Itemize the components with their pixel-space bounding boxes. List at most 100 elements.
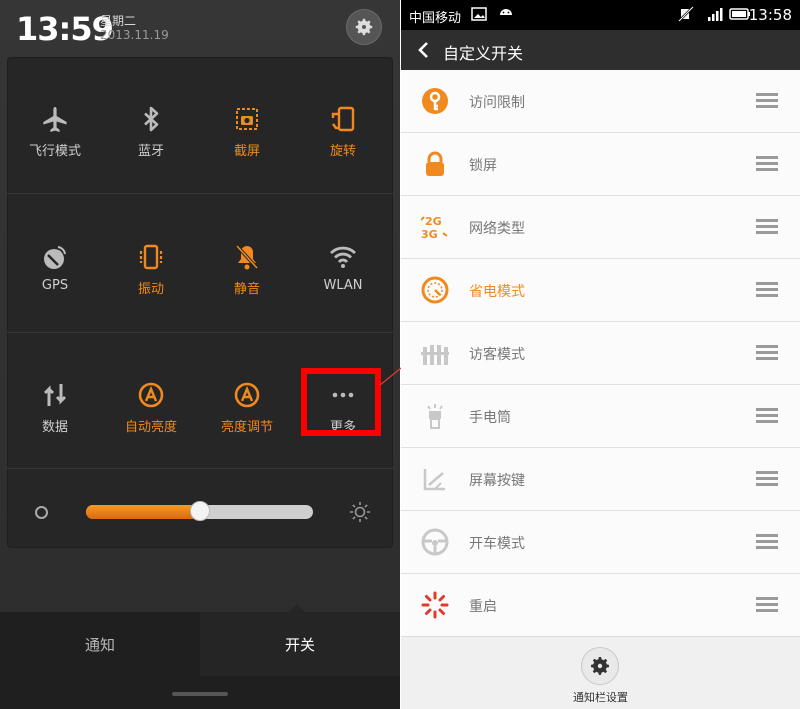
toggle-airplane-mode[interactable]: 飞行模式: [7, 62, 103, 192]
toggle-brightness-adjust[interactable]: 亮度调节: [199, 338, 295, 468]
toggle-label: GPS: [41, 278, 69, 293]
mute-icon: [235, 244, 259, 270]
list-item-label: 开车模式: [469, 536, 525, 552]
bluetooth-icon: [144, 106, 159, 132]
drag-handle-icon[interactable]: [756, 219, 778, 235]
drag-handle-icon[interactable]: [756, 408, 778, 424]
toggle-label: 振动: [137, 282, 164, 297]
toggle-label: 飞行模式: [28, 144, 81, 159]
svg-text:3G: 3G: [421, 228, 438, 241]
toggle-gps[interactable]: GPS: [7, 200, 103, 330]
toggle-label: 亮度调节: [220, 420, 273, 435]
brightness-slider-fill: [86, 505, 200, 519]
list-item-label: 网络类型: [469, 221, 525, 237]
rotate-icon: [331, 106, 355, 132]
footer-label: 通知栏设置: [573, 691, 628, 704]
tab-toggles[interactable]: 开关: [200, 612, 400, 676]
toggle-mute[interactable]: 静音: [199, 200, 295, 330]
brightness-adjust-icon: [234, 382, 260, 408]
list-item-reboot[interactable]: 重启: [401, 574, 800, 637]
wifi-icon: [330, 246, 356, 268]
toggle-label: 蓝牙: [137, 144, 164, 159]
toggle-data[interactable]: 数据: [7, 338, 103, 468]
list-item-label: 重启: [469, 599, 497, 615]
footer: 通知栏设置: [401, 636, 800, 709]
list-item-access-limit[interactable]: 访问限制: [401, 70, 800, 133]
list-item-flashlight[interactable]: 手电筒: [401, 385, 800, 448]
divider: [7, 468, 393, 469]
list-item-driving-mode[interactable]: 开车模式: [401, 511, 800, 574]
signal-icon: [708, 8, 723, 21]
gear-icon: [591, 657, 609, 675]
screenshot-icon: [236, 108, 258, 130]
image-notification-icon: [471, 7, 487, 21]
drag-handle-icon[interactable]: [756, 597, 778, 613]
drag-handle-icon[interactable]: [756, 471, 778, 487]
flashlight-icon: [427, 404, 443, 429]
list-item-lock-screen[interactable]: 锁屏: [401, 133, 800, 196]
guest-mode-icon: [421, 345, 449, 365]
toggle-label: 静音: [233, 282, 260, 297]
drag-handle-icon[interactable]: [756, 156, 778, 172]
driving-mode-icon: [421, 528, 449, 556]
list-item-label: 访客模式: [469, 347, 525, 363]
battery-icon: [729, 8, 750, 20]
gear-icon: [355, 18, 373, 36]
screen-buttons-icon: [423, 469, 445, 491]
drag-handle-icon[interactable]: [756, 534, 778, 550]
drag-handle-icon[interactable]: [756, 93, 778, 109]
carrier-name: 中国移动: [409, 11, 462, 26]
weekday: 星期二: [100, 14, 137, 28]
toggle-vibrate[interactable]: 振动: [103, 200, 199, 330]
title-bar: 自定义开关: [401, 30, 800, 70]
gps-icon: [44, 246, 66, 269]
auto-brightness-icon: [138, 382, 164, 408]
toggle-rotate[interactable]: 旋转: [295, 62, 391, 192]
divider: [7, 332, 393, 333]
list-item-label: 省电模式: [469, 284, 525, 300]
vibrate-icon: [139, 244, 163, 270]
brightness-slider[interactable]: [86, 501, 313, 521]
list-item-screen-buttons[interactable]: 屏幕按键: [401, 448, 800, 511]
settings-button[interactable]: [346, 9, 382, 45]
clock: 13:59: [16, 10, 114, 48]
lock-icon: [426, 151, 444, 176]
data-icon: [43, 384, 67, 406]
list-item-network-type[interactable]: 2G 3G 网络类型: [401, 196, 800, 259]
android-icon: [500, 9, 512, 15]
drag-handle-icon[interactable]: [756, 345, 778, 361]
access-limit-icon: [422, 88, 448, 114]
silent-icon: [678, 6, 694, 22]
brightness-high-icon: [350, 502, 370, 522]
drag-handle[interactable]: [172, 692, 228, 696]
toggle-bluetooth[interactable]: 蓝牙: [103, 62, 199, 192]
list-item-guest-mode[interactable]: 访客模式: [401, 322, 800, 385]
notification-settings-button[interactable]: [581, 647, 619, 685]
back-arrow-icon[interactable]: [417, 41, 429, 59]
quick-settings-panel: 13:59 星期二 2013.11.19 飞行模式 蓝牙 截屏 旋转 GPS 振…: [0, 0, 400, 709]
custom-toggles-screen: 中国移动 13:58 自定义开关 访问限制 锁屏 2G 3G 网络类型 省电模式…: [401, 0, 800, 709]
page-title: 自定义开关: [443, 44, 524, 63]
list-item-label: 访问限制: [469, 95, 525, 111]
toggle-screenshot[interactable]: 截屏: [199, 62, 295, 192]
active-tab-caret: [288, 604, 306, 613]
toggle-label: 旋转: [329, 144, 356, 159]
brightness-slider-thumb[interactable]: [189, 501, 210, 521]
screenshot-root: 13:59 星期二 2013.11.19 飞行模式 蓝牙 截屏 旋转 GPS 振…: [0, 0, 800, 709]
list-item-label: 手电筒: [469, 410, 511, 426]
tab-notifications[interactable]: 通知: [0, 612, 200, 676]
toggle-label: 自动亮度: [124, 420, 177, 435]
brightness-low-icon: [35, 506, 48, 519]
toggle-label: WLAN: [323, 278, 363, 293]
toggle-auto-brightness[interactable]: 自动亮度: [103, 338, 199, 468]
list-item-power-save[interactable]: 省电模式: [401, 259, 800, 322]
drag-handle-icon[interactable]: [756, 282, 778, 298]
svg-text:2G: 2G: [425, 215, 442, 228]
airplane-icon: [43, 107, 67, 132]
reboot-icon: [421, 591, 449, 619]
status-time: 13:58: [748, 6, 792, 24]
list-item-label: 屏幕按键: [469, 473, 525, 489]
toggle-label: 数据: [41, 420, 68, 435]
power-save-icon: [421, 276, 449, 304]
date: 2013.11.19: [100, 28, 169, 42]
